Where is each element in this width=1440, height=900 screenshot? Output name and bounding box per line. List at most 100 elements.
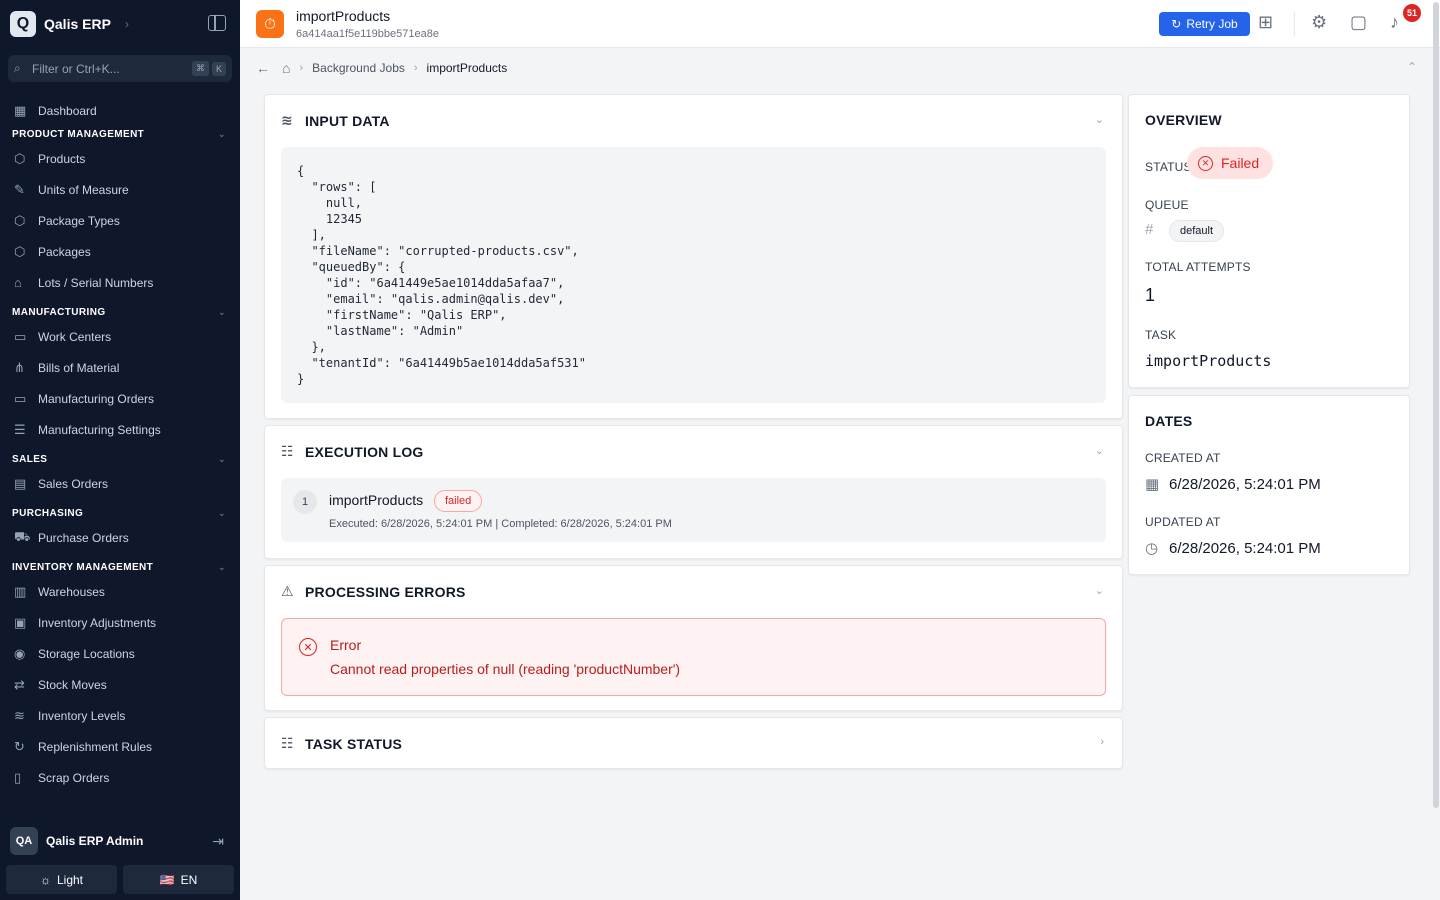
section-manufacturing[interactable]: MANUFACTURING ⌄ — [0, 304, 240, 321]
card-title: INPUT DATA — [305, 112, 390, 129]
step-number: 1 — [293, 490, 317, 514]
brand[interactable]: Q Qalis ERP › — [10, 10, 129, 38]
footer-buttons: ☼ Light 🇺🇸 EN — [6, 865, 234, 894]
filter-placeholder: Filter or Ctrl+K... — [32, 61, 120, 76]
language-label: EN — [180, 872, 198, 887]
logout-icon[interactable]: ⇥ — [212, 833, 224, 850]
retry-job-button[interactable]: ↻ Retry Job — [1159, 12, 1250, 36]
sidebar-item-label: Inventory Adjustments — [38, 615, 157, 630]
section-inventory-management[interactable]: INVENTORY MANAGEMENT ⌄ — [0, 559, 240, 576]
list-icon: ☷ — [281, 735, 294, 751]
kbd-cmd: ⌘ — [191, 61, 209, 76]
calendar-icon: ▦ — [1145, 476, 1160, 493]
sidebar-item-label: Products — [38, 151, 86, 166]
sidebar-nav: ▦ Dashboard PRODUCT MANAGEMENT ⌄ ⬡ Products… — [0, 95, 240, 793]
sidebar-item-units-of-measure[interactable]: ✎ Units of Measure — [0, 174, 240, 205]
card-header[interactable]: ☷ EXECUTION LOG — [281, 443, 424, 460]
log-entry: 1 importProducts failed Executed: 6/28/2… — [281, 478, 1106, 542]
theme-toggle-button[interactable]: ☼ Light — [6, 865, 117, 894]
ruler-icon: ✎ — [14, 181, 25, 197]
avatar: QA — [10, 827, 38, 855]
sidebar-item-stock-moves[interactable]: ⇄ Stock Moves — [0, 669, 240, 700]
flag-icon: 🇺🇸 — [159, 872, 175, 887]
input-data-card: ≋ INPUT DATA ⌄ { "rows": [ null, 12345 ],… — [264, 94, 1123, 419]
status-badge: failed — [434, 490, 483, 512]
sidebar-item-dashboard[interactable]: ▦ Dashboard — [0, 95, 240, 126]
attempts-value: 1 — [1145, 285, 1156, 305]
sidebar-item-label: Work Centers — [38, 329, 112, 344]
sidebar-item-manufacturing-orders[interactable]: ▭ Manufacturing Orders — [0, 383, 240, 414]
breadcrumb-parent[interactable]: Background Jobs — [312, 61, 405, 75]
section-product-management[interactable]: PRODUCT MANAGEMENT ⌄ — [0, 126, 240, 143]
sidebar-item-label: Manufacturing Orders — [38, 391, 155, 406]
sidebar-item-label: Stock Moves — [38, 677, 107, 692]
robot-icon[interactable]: ⚙ — [1311, 12, 1327, 33]
chevron-up-icon[interactable]: ⌃ — [1407, 60, 1417, 74]
home-icon[interactable]: ⌂ — [282, 60, 290, 76]
task-status-card[interactable]: ☷ TASK STATUS › — [264, 717, 1123, 769]
chevron-down-icon[interactable]: ⌄ — [1095, 584, 1104, 597]
box-icon: ⬡ — [14, 150, 26, 166]
sliders-icon: ☰ — [14, 421, 26, 437]
sidebar-item-sales-orders[interactable]: ▤ Sales Orders — [0, 468, 240, 499]
sidebar-item-label: Units of Measure — [38, 182, 129, 197]
chevron-right-icon: › — [299, 62, 304, 74]
retry-label: Retry Job — [1186, 17, 1238, 31]
sidebar-item-scrap-orders[interactable]: ▯ Scrap Orders — [0, 762, 240, 793]
section-title: MANUFACTURING — [12, 307, 106, 318]
sidebar-item-purchase-orders[interactable]: ⛟ Purchase Orders — [0, 522, 240, 553]
sidebar-item-products[interactable]: ⬡ Products — [0, 143, 240, 174]
language-button[interactable]: 🇺🇸 EN — [123, 865, 234, 894]
apps-grid-icon[interactable]: ⊞ — [1258, 12, 1273, 33]
section-title: PURCHASING — [12, 508, 84, 519]
trash-icon: ▯ — [14, 769, 22, 785]
card-header[interactable]: ⚠ PROCESSING ERRORS — [281, 583, 466, 600]
section-sales[interactable]: SALES ⌄ — [0, 451, 240, 468]
document-icon: ▤ — [14, 475, 27, 491]
chevron-down-icon[interactable]: ⌄ — [1095, 444, 1104, 457]
sidebar-item-bills-of-material[interactable]: ⋔ Bills of Material — [0, 352, 240, 383]
chevron-down-icon[interactable]: ⌄ — [1095, 113, 1104, 126]
user-menu[interactable]: QA Qalis ERP Admin ⇥ — [0, 826, 240, 856]
sidebar-collapse-icon[interactable] — [208, 15, 226, 31]
clock-icon: ◷ — [1145, 540, 1159, 557]
queue-label: QUEUE — [1145, 198, 1189, 212]
section-purchasing[interactable]: PURCHASING ⌄ — [0, 505, 240, 522]
hash-icon: # — [1145, 221, 1154, 238]
sidebar-item-replenishment-rules[interactable]: ↻ Replenishment Rules — [0, 731, 240, 762]
error-title: Error — [330, 637, 362, 653]
created-value-row: ▦ 6/28/2026, 5:24:01 PM — [1145, 475, 1321, 494]
back-arrow-icon[interactable]: ← — [256, 60, 270, 76]
card-header[interactable]: ≋ INPUT DATA — [281, 112, 390, 129]
bell-icon[interactable]: ♪ — [1390, 12, 1399, 33]
sidebar-item-packages[interactable]: ⬡ Packages — [0, 236, 240, 267]
chevron-right-icon: › — [413, 62, 418, 74]
error-message: Cannot read properties of null (reading … — [330, 661, 681, 677]
card-title: TASK STATUS — [305, 735, 403, 752]
sidebar-item-storage-locations[interactable]: ◉ Storage Locations — [0, 638, 240, 669]
chevron-right-icon[interactable]: › — [1100, 736, 1104, 748]
sidebar-item-package-types[interactable]: ⬡ Package Types — [0, 205, 240, 236]
sidebar-item-warehouses[interactable]: ▥ Warehouses — [0, 576, 240, 607]
filter-input[interactable]: ⌕ Filter or Ctrl+K... ⌘ K — [8, 55, 232, 82]
sidebar-item-manufacturing-settings[interactable]: ☰ Manufacturing Settings — [0, 414, 240, 445]
sidebar-item-lots[interactable]: ⌂ Lots / Serial Numbers — [0, 267, 240, 298]
chat-icon[interactable]: ▢ — [1350, 12, 1367, 33]
warehouse-icon: ▥ — [14, 583, 27, 599]
created-value: 6/28/2026, 5:24:01 PM — [1169, 475, 1321, 493]
error-circle-icon: ✕ — [299, 638, 317, 656]
section-title: INVENTORY MANAGEMENT — [12, 562, 154, 573]
overview-card: OVERVIEW STATUS ✕ Failed QUEUE # default … — [1128, 94, 1410, 388]
sidebar-item-inventory-adjustments[interactable]: ▣ Inventory Adjustments — [0, 607, 240, 638]
sidebar-item-work-centers[interactable]: ▭ Work Centers — [0, 321, 240, 352]
sidebar-item-label: Bills of Material — [38, 360, 120, 375]
card-header[interactable]: ☷ TASK STATUS — [281, 735, 402, 752]
page-scrollbar[interactable] — [1433, 2, 1439, 808]
notification-badge: 51 — [1403, 4, 1421, 22]
status-badge: ✕ Failed — [1187, 147, 1274, 179]
sidebar-item-label: Storage Locations — [38, 646, 135, 661]
status-value: Failed — [1221, 155, 1260, 171]
sidebar-item-inventory-levels[interactable]: ≋ Inventory Levels — [0, 700, 240, 731]
list-icon: ☷ — [281, 443, 294, 459]
hierarchy-icon: ⋔ — [14, 359, 25, 375]
